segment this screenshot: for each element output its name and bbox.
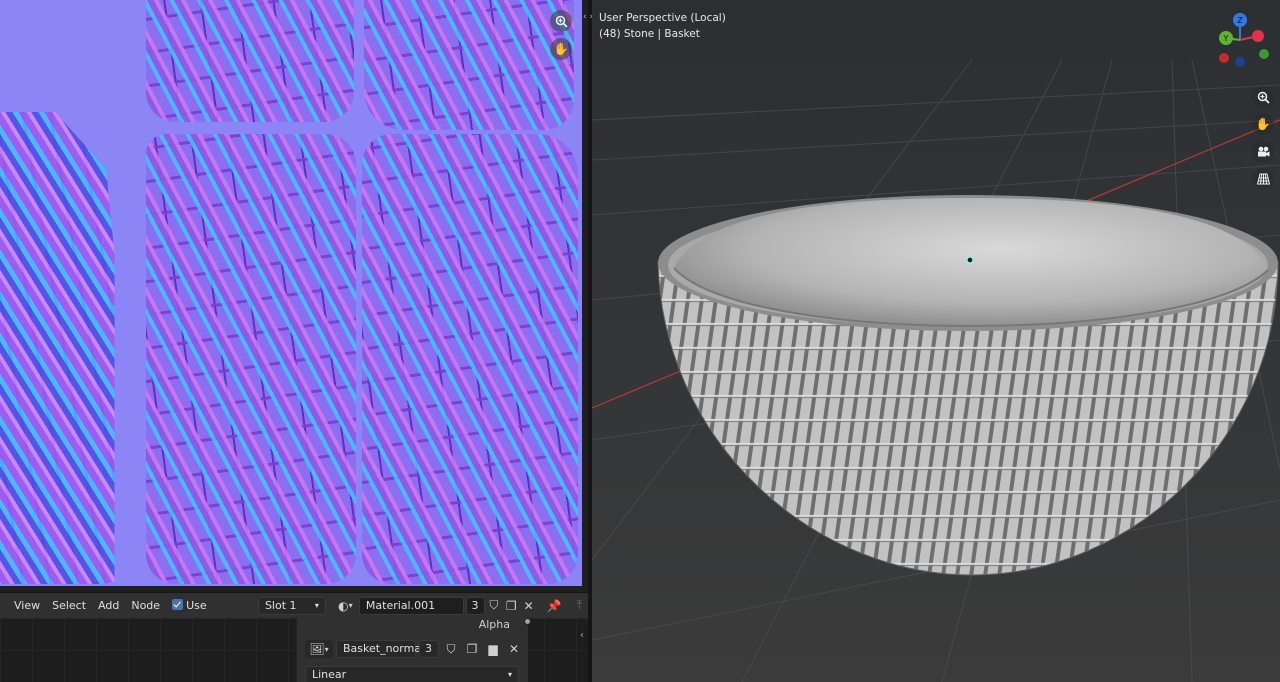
material-name-field[interactable]: Material.001 xyxy=(358,596,464,615)
gizmo-x-pos xyxy=(1252,30,1264,42)
use-nodes-toggle[interactable]: Use Nodes xyxy=(166,593,248,638)
image-icon: 🖼 xyxy=(309,642,325,656)
normal-map-image[interactable]: ✋ xyxy=(0,0,582,586)
pan-hand-icon[interactable]: ✋ xyxy=(1252,113,1274,135)
menu-view[interactable]: View xyxy=(8,593,46,619)
image-name-field[interactable]: Basket_normal xyxy=(336,640,424,658)
material-sphere-icon: ◐ xyxy=(338,598,349,613)
alpha-output-label: Alpha xyxy=(478,618,510,631)
perspective-label: User Perspective (Local) xyxy=(599,12,726,24)
checkbox-icon[interactable] xyxy=(172,598,184,610)
gizmo-x-neg xyxy=(1219,53,1229,63)
uv-island xyxy=(364,0,574,130)
chevron-down-icon: ▾ xyxy=(348,601,353,610)
chevron-down-icon: ▾ xyxy=(314,600,319,610)
menu-node[interactable]: Node xyxy=(125,593,166,619)
image-browse-button[interactable]: 🖼 ▾ xyxy=(305,640,333,658)
pan-hand-icon[interactable]: ✋ xyxy=(550,38,572,60)
gizmo-z-neg xyxy=(1235,57,1245,67)
parent-node-tree-icon[interactable]: ⤒ xyxy=(571,597,588,615)
uv-island xyxy=(0,112,115,584)
slot-value: Slot 1 xyxy=(264,598,297,612)
pin-icon[interactable]: 📌 xyxy=(545,597,562,615)
duplicate-icon[interactable]: ❐ xyxy=(463,640,481,658)
uv-island xyxy=(146,0,354,122)
gizmo-y-neg xyxy=(1259,49,1269,59)
menu-select[interactable]: Select xyxy=(46,593,92,619)
object-info: (48) Stone | Basket xyxy=(599,28,700,40)
color-space-value: Linear xyxy=(312,668,347,681)
fake-user-shield-icon[interactable]: ⛉ xyxy=(442,640,460,658)
viewport-info: User Perspective (Local) (48) Stone | Ba… xyxy=(599,10,726,42)
uv-island xyxy=(362,134,578,584)
node-editor-header: View Select Add Node Use Nodes Slot 1 ▾ … xyxy=(0,592,588,638)
material-browse-button[interactable]: ◐ ▾ xyxy=(332,597,359,615)
uv-island xyxy=(146,134,356,584)
open-folder-icon[interactable]: ▆ xyxy=(484,640,502,658)
fake-user-shield-icon[interactable]: ⛉ xyxy=(485,597,502,615)
collapse-sidebar-arrow-icon[interactable]: ‹ xyxy=(580,630,584,641)
gizmo-z-label: Z xyxy=(1237,16,1243,25)
close-icon[interactable]: ✕ xyxy=(505,640,523,658)
color-space-dropdown[interactable]: Linear ▾ xyxy=(305,666,519,682)
chevron-down-icon: ▾ xyxy=(324,644,329,654)
camera-icon[interactable] xyxy=(1252,141,1274,163)
material-users-count[interactable]: 3 xyxy=(465,596,486,615)
image-users-count[interactable]: 3 xyxy=(419,640,439,658)
menu-add[interactable]: Add xyxy=(92,593,125,619)
image-texture-node[interactable]: Alpha 🖼 ▾ Basket_normal 3 ⛉ ❐ ▆ ✕ Linear … xyxy=(296,618,531,682)
close-icon[interactable]: ✕ xyxy=(520,597,537,615)
image-editor[interactable]: ✋ xyxy=(0,0,588,592)
duplicate-icon[interactable]: ❐ xyxy=(503,597,520,615)
3d-viewport[interactable]: User Perspective (Local) (48) Stone | Ba… xyxy=(592,0,1280,682)
chevron-down-icon: ▾ xyxy=(507,670,512,679)
navigation-gizmo[interactable]: Y Z xyxy=(1200,10,1280,80)
gizmo-y-label: Y xyxy=(1223,34,1229,43)
zoom-icon[interactable] xyxy=(1252,86,1274,108)
image-selector-row: 🖼 ▾ Basket_normal 3 ⛉ ❐ ▆ ✕ xyxy=(305,640,523,658)
zoom-icon[interactable] xyxy=(550,10,572,32)
viewport-scene xyxy=(592,0,1280,682)
slot-dropdown[interactable]: Slot 1 ▾ xyxy=(257,596,326,615)
blender-window: ✋ ‹ › View Select Add Node Use Nodes Slo… xyxy=(0,0,1280,682)
alpha-output-socket[interactable] xyxy=(524,618,531,625)
grid-icon[interactable] xyxy=(1252,168,1274,190)
